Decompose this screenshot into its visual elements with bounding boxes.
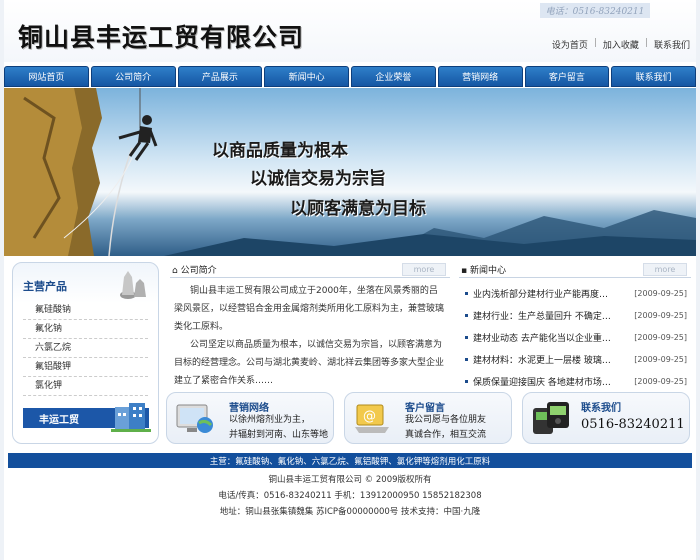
- monitor-globe-icon: [176, 404, 213, 433]
- footer-contact: 电话/传真：0516-83240211 手机：13912000950 15852…: [218, 491, 482, 501]
- company-name: 铜山县丰运工贸有限公司: [18, 23, 305, 52]
- message-text: 我公司愿与各位朋友 真诚合作，相互交流: [405, 415, 487, 440]
- nav-news[interactable]: 新闻中心: [264, 66, 349, 87]
- add-favorite-link[interactable]: 加入收藏: [603, 38, 639, 51]
- hero-banner: 以商品质量为根本 以诚信交易为宗旨 以顾客满意为目标: [4, 88, 696, 256]
- footer: 铜山县丰运工贸有限公司 © 2009版权所有 电话/传真：0516-832402…: [4, 472, 696, 520]
- set-homepage-link[interactable]: 设为首页: [552, 38, 588, 51]
- product-item[interactable]: 氟硅酸钠: [23, 301, 148, 320]
- news-panel: ▪ 新闻中心 more 业内浅析部分建材行业产能再度过剩… [2009-09-25…: [459, 262, 691, 388]
- nav-network[interactable]: 营销网络: [437, 66, 523, 87]
- footer-copyright: 铜山县丰运工贸有限公司 © 2009版权所有: [268, 475, 432, 485]
- news-more-button[interactable]: more: [643, 263, 687, 276]
- footer-bar: 主营：氟硅酸钠、氟化钠、六氯乙烷、氟铝酸钾、氯化钾等熔剂用化工原料: [8, 453, 692, 468]
- intro-more-button[interactable]: more: [402, 263, 446, 276]
- phone-icon: [533, 402, 569, 434]
- nav-contact[interactable]: 联系我们: [611, 66, 696, 87]
- nav-message[interactable]: 客户留言: [524, 66, 610, 87]
- header: 铜山县丰运工贸有限公司 电话：0516-83240211 设为首页 | 加入收藏…: [4, 0, 696, 62]
- news-header: ▪ 新闻中心 more: [459, 262, 691, 278]
- email-laptop-icon: @: [355, 404, 389, 433]
- news-title: ▪ 新闻中心: [461, 266, 506, 276]
- climber-figure: [118, 115, 158, 161]
- logo-text: 丰运工贸: [39, 414, 79, 426]
- products-list: 氟硅酸钠 氟化钠 六氯乙烷 氟铝酸钾 氯化钾: [23, 301, 148, 396]
- footer-address: 地址：铜山县张集镇魏集 苏ICP备00000000号 技术支持：中国·九隆: [219, 507, 481, 517]
- message-title: 客户留言: [405, 403, 445, 414]
- nav-home[interactable]: 网站首页: [4, 66, 89, 87]
- svg-text:@: @: [363, 409, 376, 424]
- nav-honors[interactable]: 企业荣誉: [351, 66, 436, 87]
- company-intro: ⌂ 公司简介 more 铜山县丰运工贸有限公司成立于2000年，坐落在风景秀丽的…: [170, 262, 450, 388]
- bullet-icon: [465, 291, 468, 295]
- slogan-2: 以诚信交易为宗旨: [250, 169, 386, 189]
- news-list: 业内浅析部分建材行业产能再度过剩… [2009-09-25] 建材行业：生产总量回…: [459, 278, 691, 392]
- product-bottle-icon: [120, 271, 146, 299]
- news-item[interactable]: 保质保量迎接国庆 各地建材市场开… [2009-09-25]: [459, 370, 691, 392]
- product-item[interactable]: 氟铝酸钾: [23, 358, 148, 377]
- products-panel: 主营产品 氟硅酸钠 氟化钠 六氯乙烷 氟铝酸钾 氯化钾 丰运工贸: [12, 262, 159, 444]
- marketing-network-box[interactable]: 营销网络 以徐州熔剂业为主， 并辐射到河南、山东等地: [166, 392, 334, 444]
- top-links: 设为首页 | 加入收藏 | 联系我们: [552, 38, 690, 51]
- news-item[interactable]: 建材业动态 去产能化当以企业重组… [2009-09-25]: [459, 326, 691, 348]
- main-nav: 网站首页 公司简介 产品展示 新闻中心 企业荣誉 营销网络 客户留言 联系我们: [4, 66, 696, 87]
- intro-paragraph: 公司坚定以商品质量为根本，以诚信交易为宗旨，以顾客满意为目标的经营理念。公司与湖…: [174, 340, 445, 386]
- phone-banner: 电话：0516-83240211: [540, 3, 650, 18]
- product-item[interactable]: 六氯乙烷: [23, 339, 148, 358]
- nav-about[interactable]: 公司简介: [90, 66, 176, 87]
- news-item[interactable]: 建材材料：水泥更上一层楼 玻璃冰… [2009-09-25]: [459, 348, 691, 370]
- bullet-icon: [465, 357, 468, 361]
- products-title: 主营产品: [23, 280, 67, 293]
- news-item[interactable]: 建材行业：生产总量回升 不确定因… [2009-09-25]: [459, 304, 691, 326]
- product-item[interactable]: 氯化钾: [23, 377, 148, 396]
- contact-phone: 0516-83240211: [581, 417, 685, 432]
- slogan-3: 以顾客满意为目标: [290, 199, 426, 219]
- nav-products[interactable]: 产品展示: [177, 66, 263, 87]
- contact-box[interactable]: 联系我们 0516-83240211: [522, 392, 690, 444]
- intro-text: 铜山县丰运工贸有限公司成立于2000年，坐落在风景秀丽的吕梁风景区，以经营铝合金…: [170, 278, 450, 390]
- bullet-icon: [465, 335, 468, 339]
- bullet-icon: [465, 313, 468, 317]
- divider: |: [593, 38, 597, 48]
- contact-title: 联系我们: [581, 403, 621, 414]
- product-item[interactable]: 氟化钠: [23, 320, 148, 339]
- page: 铜山县丰运工贸有限公司 电话：0516-83240211 设为首页 | 加入收藏…: [4, 0, 696, 560]
- intro-header: ⌂ 公司简介 more: [170, 262, 450, 278]
- news-item[interactable]: 业内浅析部分建材行业产能再度过剩… [2009-09-25]: [459, 282, 691, 304]
- intro-title: ⌂ 公司简介: [172, 266, 217, 276]
- customer-message-box[interactable]: @ 客户留言 我公司愿与各位朋友 真诚合作，相互交流: [344, 392, 512, 444]
- divider: |: [644, 38, 648, 48]
- intro-paragraph: 铜山县丰运工贸有限公司成立于2000年，坐落在风景秀丽的吕梁风景区，以经营铝合金…: [174, 286, 445, 332]
- slogan-1: 以商品质量为根本: [212, 141, 348, 161]
- marketing-title: 营销网络: [229, 403, 269, 414]
- marketing-text: 以徐州熔剂业为主， 并辐射到河南、山东等地: [229, 415, 329, 440]
- bullet-icon: [465, 379, 468, 383]
- contact-us-link[interactable]: 联系我们: [654, 38, 690, 51]
- building-icon: [111, 403, 151, 432]
